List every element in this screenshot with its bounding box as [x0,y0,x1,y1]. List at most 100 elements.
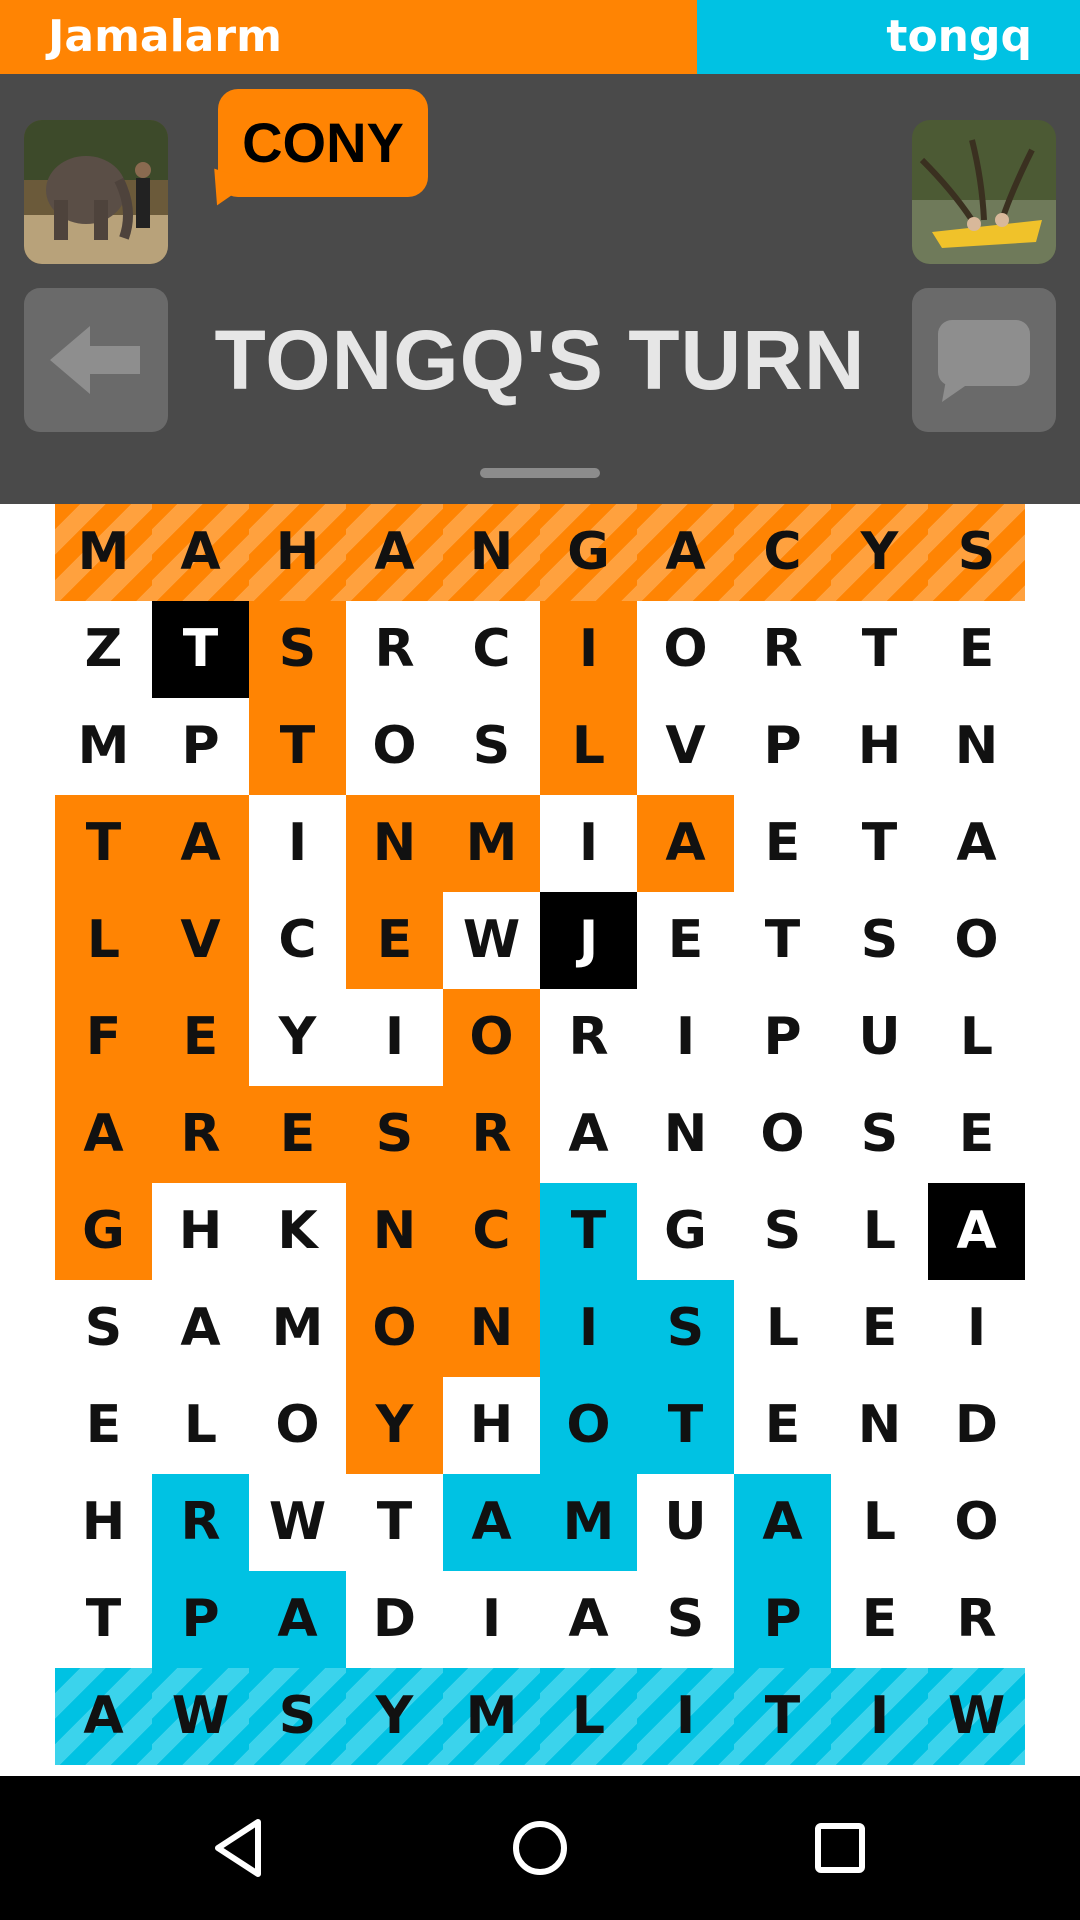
letter-tile[interactable]: A [249,1571,346,1668]
letter-tile[interactable]: T [152,601,249,698]
letter-tile[interactable]: L [928,989,1025,1086]
letter-tile[interactable]: P [734,698,831,795]
nav-home-button[interactable] [500,1808,580,1888]
letter-tile[interactable]: S [346,1086,443,1183]
letter-tile[interactable]: T [55,795,152,892]
letter-tile[interactable]: S [249,1668,346,1765]
letter-tile[interactable]: C [443,601,540,698]
letter-tile[interactable]: A [734,1474,831,1571]
letter-tile[interactable]: L [540,1668,637,1765]
letter-tile[interactable]: N [637,1086,734,1183]
letter-tile[interactable]: P [734,989,831,1086]
letter-tile[interactable]: L [540,698,637,795]
letter-tile[interactable]: T [734,1668,831,1765]
letter-tile[interactable]: G [637,1183,734,1280]
letter-tile[interactable]: O [734,1086,831,1183]
letter-tile[interactable]: P [152,698,249,795]
letter-tile[interactable]: C [249,892,346,989]
letter-tile[interactable]: I [540,795,637,892]
letter-tile[interactable]: H [831,698,928,795]
letter-tile[interactable]: L [831,1183,928,1280]
letter-tile[interactable]: T [55,1571,152,1668]
letter-tile[interactable]: I [637,1668,734,1765]
letter-tile[interactable]: A [152,1280,249,1377]
letter-tile[interactable]: G [55,1183,152,1280]
letter-tile[interactable]: L [55,892,152,989]
letter-tile[interactable]: A [928,795,1025,892]
drag-handle[interactable] [480,468,600,478]
letter-tile[interactable]: A [55,1086,152,1183]
letter-tile[interactable]: W [249,1474,346,1571]
letter-tile[interactable]: E [831,1280,928,1377]
letter-tile[interactable]: R [152,1086,249,1183]
letter-tile[interactable]: P [734,1571,831,1668]
letter-tile[interactable]: O [928,1474,1025,1571]
letter-tile[interactable]: S [55,1280,152,1377]
letter-tile[interactable]: I [443,1571,540,1668]
letter-tile[interactable]: O [443,989,540,1086]
letter-tile[interactable]: S [928,504,1025,601]
letter-tile[interactable]: T [540,1183,637,1280]
letter-tile[interactable]: O [346,698,443,795]
letter-tile[interactable]: H [249,504,346,601]
letter-tile[interactable]: E [346,892,443,989]
letter-tile[interactable]: T [831,795,928,892]
letter-tile[interactable]: A [55,1668,152,1765]
letter-tile[interactable]: N [443,1280,540,1377]
letter-tile[interactable]: N [346,795,443,892]
letter-tile[interactable]: A [637,795,734,892]
letter-tile[interactable]: R [346,601,443,698]
letter-tile[interactable]: H [55,1474,152,1571]
letter-tile[interactable]: V [637,698,734,795]
letter-tile[interactable]: L [831,1474,928,1571]
letter-tile[interactable]: R [443,1086,540,1183]
letter-tile[interactable]: J [540,892,637,989]
letter-tile[interactable]: S [831,892,928,989]
letter-tile[interactable]: Y [831,504,928,601]
letter-tile[interactable]: S [249,601,346,698]
letter-tile[interactable]: A [346,504,443,601]
letter-tile[interactable]: R [928,1571,1025,1668]
letter-tile[interactable]: E [928,1086,1025,1183]
letter-tile[interactable]: E [831,1571,928,1668]
letter-tile[interactable]: U [637,1474,734,1571]
letter-tile[interactable]: R [734,601,831,698]
letter-tile[interactable]: H [152,1183,249,1280]
letter-tile[interactable]: N [443,504,540,601]
letter-tile[interactable]: D [346,1571,443,1668]
nav-recents-button[interactable] [800,1808,880,1888]
letter-tile[interactable]: T [734,892,831,989]
letter-tile[interactable]: I [249,795,346,892]
letter-tile[interactable]: A [152,504,249,601]
letter-tile[interactable]: T [637,1377,734,1474]
letter-tile[interactable]: R [540,989,637,1086]
letter-tile[interactable]: M [249,1280,346,1377]
letter-tile[interactable]: S [831,1086,928,1183]
letter-tile[interactable]: K [249,1183,346,1280]
letter-tile[interactable]: A [637,504,734,601]
letter-tile[interactable]: E [637,892,734,989]
nav-back-button[interactable] [200,1808,280,1888]
letter-tile[interactable]: F [55,989,152,1086]
letter-tile[interactable]: M [55,698,152,795]
letter-tile[interactable]: I [637,989,734,1086]
letter-tile[interactable]: N [346,1183,443,1280]
letter-tile[interactable]: A [540,1086,637,1183]
letter-tile[interactable]: N [928,698,1025,795]
letter-tile[interactable]: I [346,989,443,1086]
letter-tile[interactable]: I [540,601,637,698]
letter-tile[interactable]: O [249,1377,346,1474]
letter-tile[interactable]: I [928,1280,1025,1377]
player-left-avatar[interactable] [24,120,168,264]
letter-tile[interactable]: W [443,892,540,989]
letter-tile[interactable]: S [443,698,540,795]
letter-tile[interactable]: D [928,1377,1025,1474]
letter-tile[interactable]: T [346,1474,443,1571]
letter-tile[interactable]: N [831,1377,928,1474]
letter-tile[interactable]: L [734,1280,831,1377]
letter-tile[interactable]: H [443,1377,540,1474]
letter-tile[interactable]: M [443,795,540,892]
letter-tile[interactable]: A [443,1474,540,1571]
letter-tile[interactable]: M [443,1668,540,1765]
player-right-avatar[interactable] [912,120,1056,264]
